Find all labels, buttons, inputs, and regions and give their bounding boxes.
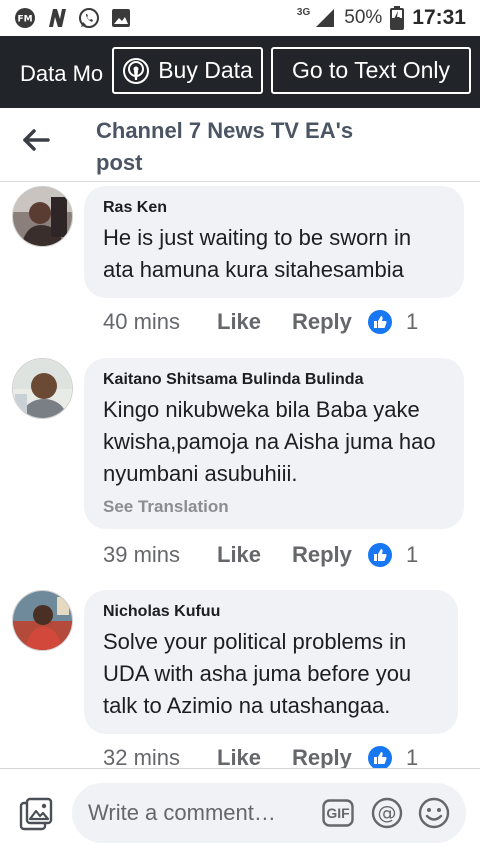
comment-text: Solve your political problems in UDA wit… xyxy=(103,629,412,718)
photo-icon xyxy=(19,797,53,831)
fm-radio-icon: FM xyxy=(14,7,36,29)
back-arrow-icon xyxy=(22,128,50,152)
reaction-number: 1 xyxy=(406,309,419,334)
comment-actions: 39 mins Like Reply 1 xyxy=(103,540,418,570)
comment-time: 32 mins xyxy=(103,745,181,768)
reaction-count[interactable]: 1 xyxy=(368,542,418,568)
comment-text: He is just waiting to be sworn in ata ha… xyxy=(103,225,412,282)
comment-list: Ras Ken He is just waiting to be sworn i… xyxy=(0,182,480,768)
see-translation-link[interactable]: See Translation xyxy=(103,497,446,517)
back-button[interactable] xyxy=(18,122,54,158)
svg-text:FM: FM xyxy=(17,15,32,25)
thumbs-up-icon xyxy=(368,543,392,567)
image-notification-icon xyxy=(110,7,132,29)
n-notification-icon xyxy=(46,7,68,29)
like-button[interactable]: Like xyxy=(217,542,292,568)
reaction-number: 1 xyxy=(406,542,419,567)
commenter-name[interactable]: Ras Ken xyxy=(103,198,446,218)
data-mode-label: Data Mo xyxy=(20,61,104,86)
reaction-number: 1 xyxy=(406,745,419,768)
like-button[interactable]: Like xyxy=(217,745,292,768)
reply-button[interactable]: Reply xyxy=(292,309,368,335)
whatsapp-icon xyxy=(78,7,100,29)
comment-actions: 32 mins Like Reply 1 xyxy=(103,743,418,768)
reply-button[interactable]: Reply xyxy=(292,745,368,768)
gif-label: GIF xyxy=(326,805,350,821)
broadcast-icon xyxy=(122,57,150,85)
clock: 17:31 xyxy=(412,6,466,29)
comment-bubble[interactable]: Nicholas Kufuu Solve your political prob… xyxy=(84,590,458,734)
data-mode-bar: Data Mo Buy Data Go to Text Only xyxy=(0,36,480,108)
post-header: Channel 7 News TV EA's post xyxy=(0,108,480,182)
emoji-button[interactable] xyxy=(418,797,450,829)
reaction-count[interactable]: 1 xyxy=(368,745,418,768)
add-photo-button[interactable] xyxy=(19,797,53,831)
text-only-button[interactable]: Go to Text Only xyxy=(271,47,471,94)
reply-button[interactable]: Reply xyxy=(292,542,368,568)
comment-time: 40 mins xyxy=(103,309,181,334)
page-title: Channel 7 News TV EA's post xyxy=(96,118,354,175)
commenter-name[interactable]: Kaitano Shitsama Bulinda Bulinda xyxy=(103,370,446,390)
thumbs-up-icon xyxy=(368,746,392,768)
at-sign-icon: @ xyxy=(371,797,403,829)
comment-bubble[interactable]: Ras Ken He is just waiting to be sworn i… xyxy=(84,186,464,298)
svg-text:@: @ xyxy=(378,802,397,824)
battery-icon xyxy=(390,6,405,30)
avatar[interactable] xyxy=(12,186,73,247)
comment-time: 39 mins xyxy=(103,542,181,567)
system-status: 3G 50% 17:31 xyxy=(297,0,466,36)
gif-button[interactable]: GIF xyxy=(322,797,354,829)
comment-text: Kingo nikubweka bila Baba yake kwisha,pa… xyxy=(103,397,436,486)
avatar[interactable] xyxy=(12,358,73,419)
signal-icon xyxy=(314,7,336,29)
like-button[interactable]: Like xyxy=(217,309,292,335)
comment-box: GIF @ xyxy=(72,783,466,843)
network-type: 3G xyxy=(296,6,311,18)
buy-data-button[interactable]: Buy Data xyxy=(112,47,263,94)
status-bar: FM 3G 50% 17:31 xyxy=(0,0,480,36)
smiley-icon xyxy=(418,797,450,829)
comment-composer: GIF @ xyxy=(0,768,480,854)
comment-input[interactable] xyxy=(88,797,318,829)
reaction-count[interactable]: 1 xyxy=(368,309,418,335)
comment-actions: 40 mins Like Reply 1 xyxy=(103,307,418,337)
thumbs-up-icon xyxy=(368,310,392,334)
avatar[interactable] xyxy=(12,590,73,651)
commenter-name[interactable]: Nicholas Kufuu xyxy=(103,602,440,622)
comment-bubble[interactable]: Kaitano Shitsama Bulinda Bulinda Kingo n… xyxy=(84,358,464,529)
buy-data-label: Buy Data xyxy=(158,57,253,83)
text-only-label: Go to Text Only xyxy=(291,57,451,83)
mention-button[interactable]: @ xyxy=(371,797,403,829)
notification-icons: FM xyxy=(14,7,132,29)
battery-percent: 50% xyxy=(344,7,383,28)
